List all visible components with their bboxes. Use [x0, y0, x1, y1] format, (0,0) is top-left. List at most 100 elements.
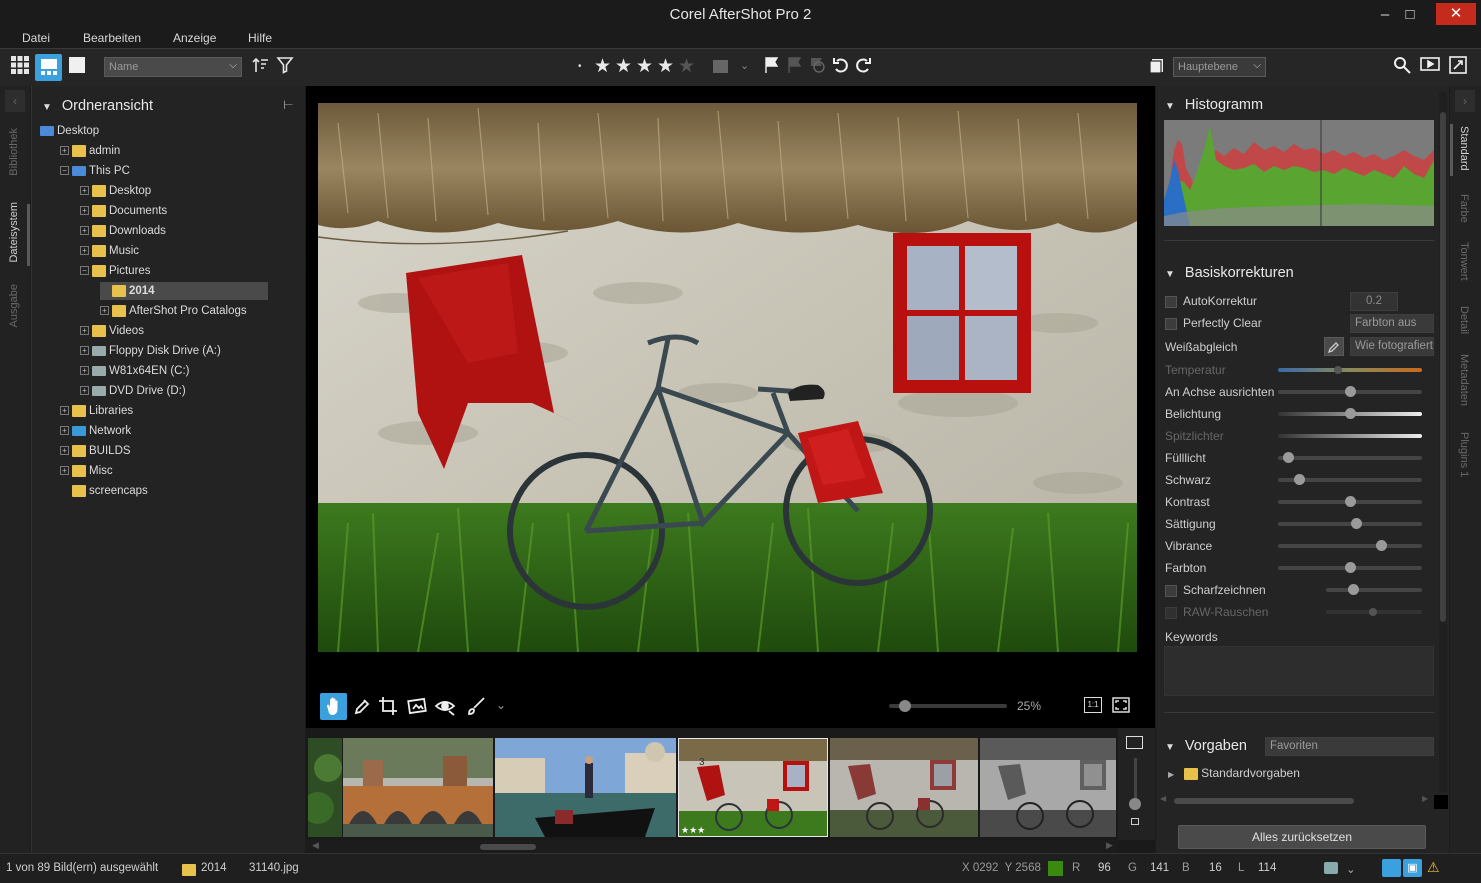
thumbnail-selected[interactable]: 3 ★★★ [678, 738, 828, 837]
reset-all-button[interactable]: Alles zurücksetzen [1178, 825, 1426, 849]
expand-icon[interactable]: + [60, 446, 69, 456]
collapse-icon[interactable]: − [60, 166, 69, 176]
panel-scrollbar[interactable] [1439, 92, 1447, 792]
tree-item-selected[interactable]: 2014 [100, 282, 268, 300]
no-rating-dot[interactable]: • [578, 61, 582, 72]
unflag-icon[interactable] [783, 56, 807, 80]
tree-item[interactable]: Desktop [40, 122, 99, 140]
tab-tonwert[interactable]: Tonwert [1458, 242, 1470, 281]
tab-metadaten[interactable]: Metadaten [1458, 354, 1470, 406]
tree-item[interactable]: + Network [60, 422, 131, 440]
thumbnail[interactable] [495, 738, 676, 837]
expand-icon[interactable]: + [60, 146, 69, 156]
adjustment-slider[interactable] [1278, 562, 1422, 573]
tree-item[interactable]: + Documents [80, 202, 167, 220]
raw-noise-slider[interactable] [1326, 608, 1422, 616]
tab-ausgabe[interactable]: Ausgabe [8, 284, 20, 327]
expand-icon[interactable]: + [80, 226, 89, 236]
expand-icon[interactable]: + [80, 386, 89, 396]
perfectly-clear-checkbox[interactable] [1165, 317, 1177, 330]
zoom-actual-size-button[interactable]: 1:1 [1084, 697, 1102, 713]
presets-scroll-thumb[interactable] [1174, 798, 1354, 804]
adjustment-slider-knob[interactable] [1344, 386, 1356, 397]
adjustment-slider[interactable] [1278, 452, 1422, 463]
minimize-button[interactable]: – [1373, 4, 1397, 26]
tree-item[interactable]: + DVD Drive (D:) [80, 382, 186, 400]
tree-item[interactable]: + Floppy Disk Drive (A:) [80, 342, 221, 360]
sharpen-slider-knob[interactable] [1348, 584, 1359, 595]
white-balance-eyedropper-icon[interactable] [1324, 337, 1344, 356]
thumbnail-size-knob[interactable] [1129, 798, 1141, 810]
fit-to-screen-icon[interactable] [1112, 697, 1130, 716]
lock-icon[interactable]: ▣ [1403, 859, 1422, 877]
tree-item[interactable]: + Libraries [60, 402, 133, 420]
expand-icon[interactable]: + [60, 426, 69, 436]
reject-flag-icon[interactable] [805, 56, 829, 80]
sharpen-checkbox[interactable] [1165, 584, 1177, 597]
folder-panel-header[interactable]: ▼ Ordneransicht [42, 98, 153, 114]
warning-icon[interactable]: ⚠ [1427, 859, 1440, 876]
keywords-input[interactable] [1164, 646, 1434, 696]
sort-field-select[interactable]: Name ⌵ [104, 57, 242, 77]
filmstrip-scroll-thumb[interactable] [480, 844, 536, 850]
grid-view-icon[interactable] [8, 56, 32, 80]
chevron-down-icon[interactable]: ⌄ [496, 698, 506, 712]
expand-icon[interactable]: + [80, 326, 89, 336]
color-label-swatch[interactable] [713, 60, 728, 73]
tree-item[interactable]: + AfterShot Pro Catalogs [100, 302, 247, 320]
tab-farbe[interactable]: Farbe [1458, 194, 1470, 223]
expand-icon[interactable]: + [80, 366, 89, 376]
chevron-left-icon[interactable]: ‹ [5, 90, 25, 112]
autokorrektur-checkbox[interactable] [1165, 295, 1177, 308]
tree-item[interactable]: + Misc [60, 462, 113, 480]
thumbnail-size-icon[interactable] [1126, 736, 1143, 749]
presets-header[interactable]: ▼ Vorgaben [1165, 738, 1247, 754]
adjustment-slider-knob[interactable] [1344, 408, 1356, 419]
thumbnail[interactable] [830, 738, 978, 837]
brush-icon[interactable] [466, 696, 486, 719]
tree-item[interactable]: + Music [80, 242, 139, 260]
expand-icon[interactable]: + [80, 206, 89, 216]
adjustment-slider[interactable] [1278, 386, 1422, 397]
histogram-header[interactable]: ▼ Histogramm [1165, 97, 1263, 113]
star-4-icon[interactable]: ★ [657, 57, 674, 76]
monitor-profile-icon[interactable] [1324, 862, 1338, 874]
presets-scrollbar[interactable]: ◀ ▶ [1160, 794, 1430, 805]
expand-icon[interactable] [100, 286, 109, 295]
expand-icon[interactable]: + [80, 186, 89, 196]
tab-plugins[interactable]: Plugins 1 [1458, 432, 1470, 477]
collapse-icon[interactable]: − [80, 266, 89, 276]
adjustment-slider[interactable] [1278, 434, 1422, 438]
crop-icon[interactable] [378, 696, 398, 719]
tree-item[interactable]: screencaps [60, 482, 148, 500]
thumbnail[interactable] [980, 738, 1116, 837]
zoom-slider-knob[interactable] [899, 700, 911, 712]
scroll-right-icon[interactable]: ▶ [1422, 794, 1428, 803]
tree-item[interactable]: + W81x64EN (C:) [80, 362, 190, 380]
star-3-icon[interactable]: ★ [636, 57, 653, 76]
menu-hilfe[interactable]: Hilfe [248, 31, 272, 45]
maximize-button[interactable]: □ [1398, 4, 1422, 26]
autokorrektur-value[interactable]: 0.2 [1350, 292, 1398, 311]
filter-icon[interactable] [273, 56, 297, 80]
menu-bearbeiten[interactable]: Bearbeiten [83, 31, 141, 45]
expand-icon[interactable]: + [80, 246, 89, 256]
color-swatch[interactable] [1434, 795, 1448, 809]
adjustment-slider[interactable] [1278, 408, 1422, 419]
expand-icon[interactable]: + [80, 346, 89, 356]
scroll-left-icon[interactable]: ◀ [312, 840, 319, 851]
flag-icon[interactable] [760, 56, 784, 80]
menu-anzeige[interactable]: Anzeige [173, 31, 216, 45]
layer-select[interactable]: Hauptebene ⌵ [1173, 57, 1266, 77]
pin-icon[interactable]: ⊢ [283, 98, 293, 112]
layers-icon[interactable] [1145, 56, 1169, 80]
tree-item[interactable]: + Downloads [80, 222, 166, 240]
thumbnail[interactable] [308, 738, 342, 837]
red-eye-icon[interactable] [434, 696, 456, 719]
sharpen-slider[interactable] [1326, 584, 1422, 595]
basic-corrections-header[interactable]: ▼ Basiskorrekturen [1165, 265, 1294, 281]
expand-icon[interactable]: + [60, 466, 69, 476]
star-5-icon[interactable]: ★ [678, 57, 695, 76]
tree-item[interactable]: + BUILDS [60, 442, 131, 460]
adjustment-slider-knob[interactable] [1293, 474, 1305, 485]
